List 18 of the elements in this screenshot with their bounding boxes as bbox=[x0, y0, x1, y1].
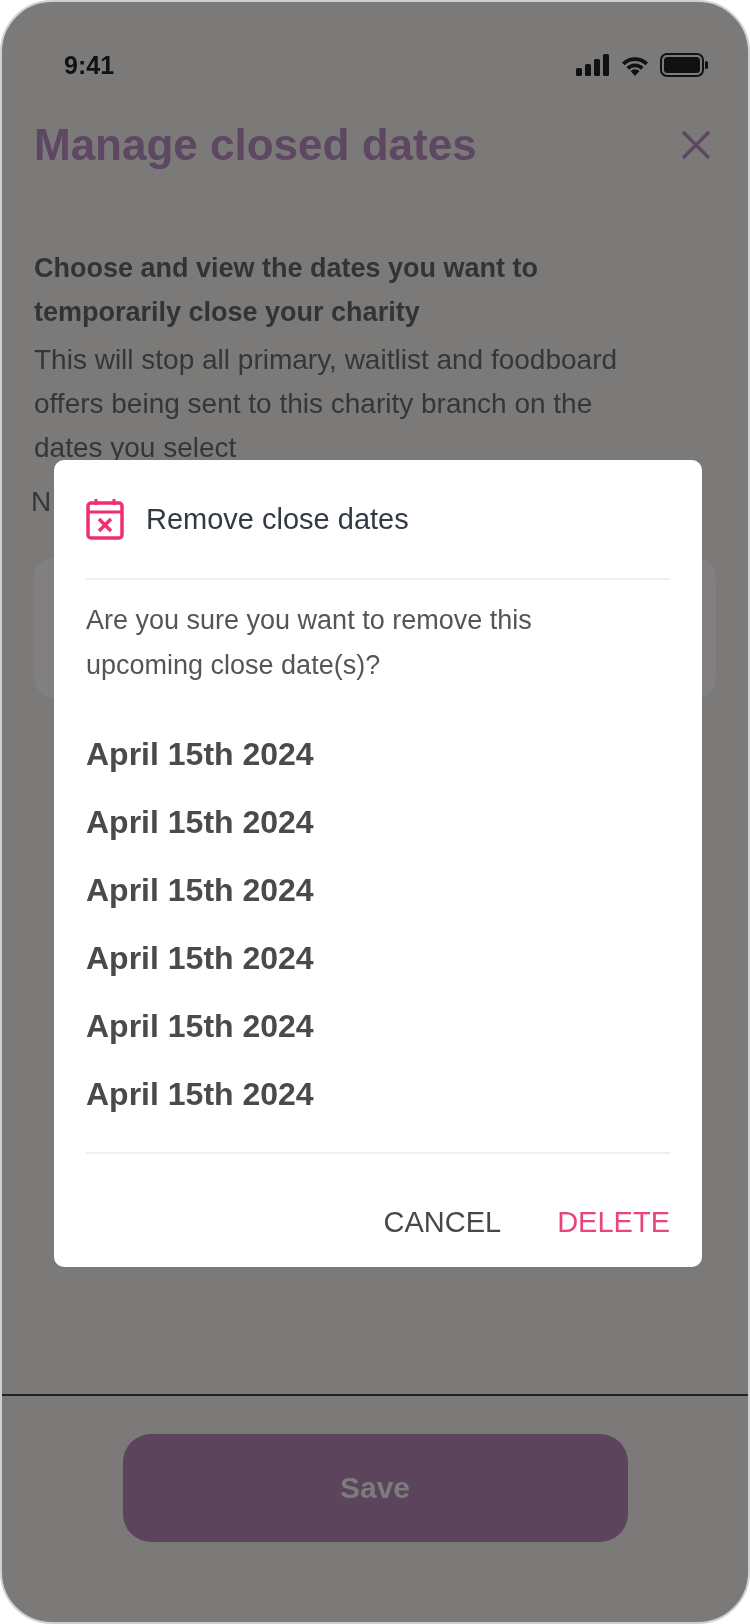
close-date: April 15th 2024 bbox=[86, 803, 315, 842]
calendar-remove-icon bbox=[86, 498, 124, 540]
intro-text: This will stop all primary, waitlist and foodboard offers being sent to this charity branch on the dates you select bbox=[34, 343, 619, 465]
signal-icon bbox=[576, 54, 610, 76]
dialog-question: Are you sure you want to remove this upcoming close date(s)? bbox=[86, 604, 533, 682]
wifi-icon bbox=[620, 54, 650, 76]
close-date: April 15th 2024 bbox=[86, 871, 315, 910]
status-time: 9:41 bbox=[64, 50, 115, 80]
dialog-title: Remove close dates bbox=[146, 502, 409, 536]
intro-heading: Choose and view the dates you want to temporarily close your charity bbox=[34, 252, 540, 329]
battery-icon bbox=[660, 53, 708, 77]
close-date: April 15th 2024 bbox=[86, 735, 315, 774]
cancel-button[interactable]: CANCEL bbox=[383, 1206, 502, 1239]
close-date: April 15th 2024 bbox=[86, 1075, 315, 1114]
close-date: April 15th 2024 bbox=[86, 939, 315, 978]
note-text: N bbox=[31, 485, 52, 519]
delete-button[interactable]: DELETE bbox=[557, 1206, 670, 1239]
close-date: April 15th 2024 bbox=[86, 1007, 315, 1046]
